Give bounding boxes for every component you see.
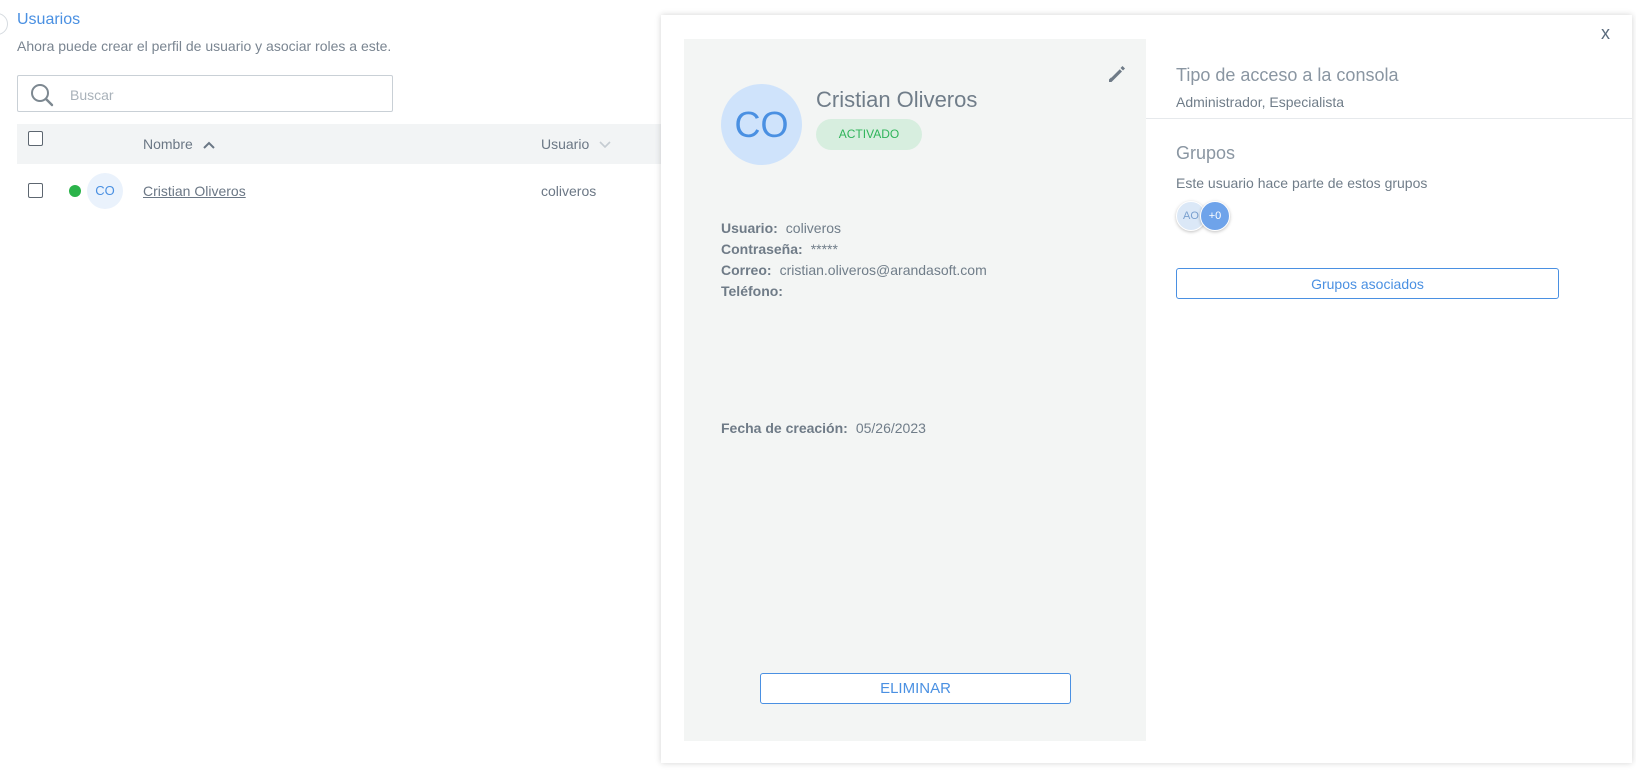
field-fecha-label: Fecha de creación: [721, 420, 848, 436]
field-telefono-label: Teléfono: [721, 283, 783, 299]
field-usuario-value: coliveros [785, 220, 842, 236]
user-name-link[interactable]: Cristian Oliveros [143, 183, 246, 199]
field-password-value: ***** [810, 241, 838, 257]
column-header-nombre-label: Nombre [143, 136, 193, 152]
column-header-nombre[interactable]: Nombre [143, 136, 215, 152]
column-header-usuario-label: Usuario [541, 136, 590, 152]
profile-avatar: CO [721, 84, 802, 165]
more-groups-badge[interactable]: +0 [1200, 201, 1230, 231]
field-telefono: Teléfono: [721, 283, 791, 299]
associated-groups-button[interactable]: Grupos asociados [1176, 268, 1559, 299]
page-subtitle: Ahora puede crear el perfil de usuario y… [17, 38, 392, 54]
field-usuario: Usuario: coliveros [721, 220, 841, 236]
field-correo-value: cristian.oliveros@arandasoft.com [779, 262, 987, 278]
table-row[interactable]: CO Cristian Oliveros coliveros [17, 172, 662, 210]
search-input[interactable] [68, 82, 382, 108]
user-profile-card: CO Cristian Oliveros ACTIVADO Usuario: co… [684, 39, 1146, 741]
chevron-up-icon [202, 141, 215, 150]
row-checkbox[interactable] [28, 183, 43, 198]
user-username: coliveros [541, 183, 597, 199]
pencil-icon[interactable] [1105, 62, 1129, 86]
user-detail-panel: x CO Cristian Oliveros ACTIVADO Usuario:… [661, 15, 1632, 763]
status-badge: ACTIVADO [816, 119, 922, 150]
avatar: CO [87, 173, 123, 209]
groups-title: Grupos [1176, 143, 1236, 163]
back-button[interactable] [0, 13, 8, 35]
chevron-down-icon [599, 141, 611, 149]
field-correo: Correo: cristian.oliveros@arandasoft.com [721, 262, 987, 278]
close-button[interactable]: x [1601, 23, 1610, 44]
divider [1146, 118, 1632, 119]
table-header: Nombre Usuario [17, 124, 662, 164]
field-correo-label: Correo: [721, 262, 772, 278]
search-icon [31, 84, 54, 107]
status-indicator [69, 185, 81, 197]
field-fecha-value: 05/26/2023 [855, 420, 926, 436]
page-title: Usuarios [17, 11, 81, 28]
access-type-title: Tipo de acceso a la consola [1176, 65, 1399, 85]
select-all-checkbox[interactable] [28, 131, 43, 146]
field-password: Contraseña: ***** [721, 241, 838, 257]
field-password-label: Contraseña: [721, 241, 803, 257]
field-usuario-label: Usuario: [721, 220, 778, 236]
profile-name: Cristian Oliveros [816, 87, 978, 112]
field-fecha-creacion: Fecha de creación: 05/26/2023 [721, 420, 926, 436]
delete-button[interactable]: ELIMINAR [760, 673, 1071, 704]
column-header-usuario[interactable]: Usuario [541, 136, 611, 152]
access-type-value: Administrador, Especialista [1176, 94, 1345, 110]
groups-description: Este usuario hace parte de estos grupos [1176, 175, 1428, 191]
search-box [17, 75, 393, 112]
